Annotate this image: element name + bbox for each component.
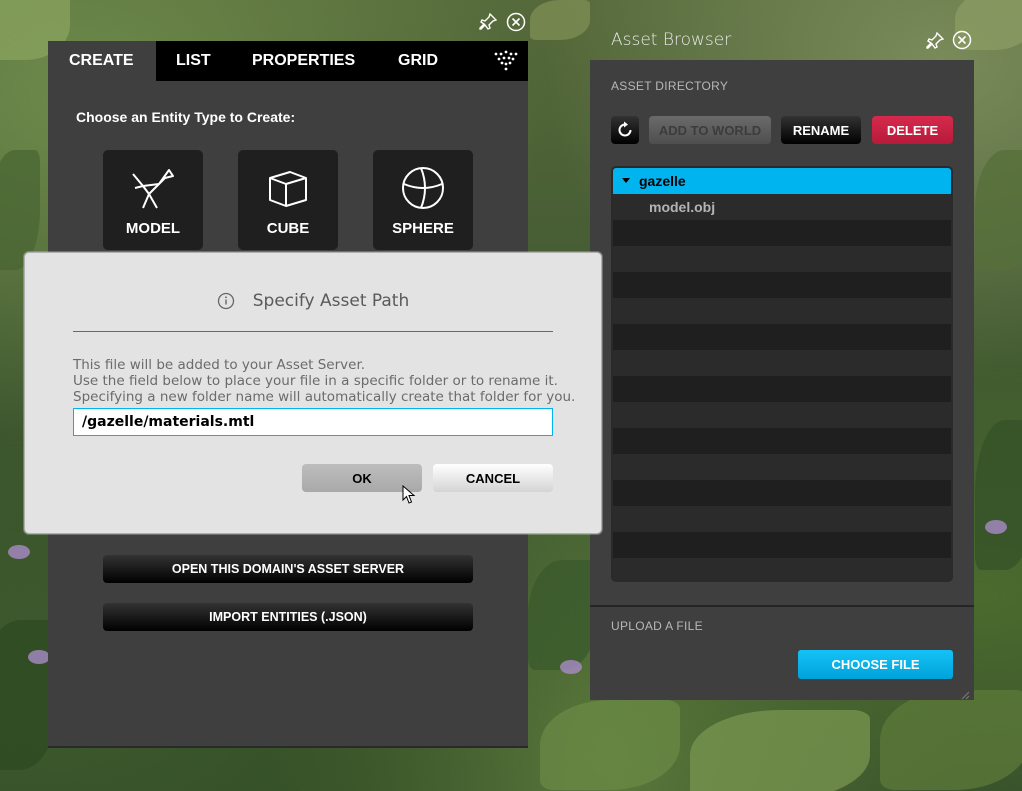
section-divider <box>590 605 974 607</box>
upload-file-label: UPLOAD A FILE <box>611 619 703 633</box>
specify-asset-path-dialog: Specify Asset Path This file will be add… <box>24 252 602 534</box>
tab-create[interactable]: CREATE <box>48 41 156 81</box>
create-cube-button[interactable]: CUBE <box>238 150 338 250</box>
pin-icon[interactable] <box>925 31 945 51</box>
sphere-label: SPHERE <box>392 220 454 237</box>
asset-directory-label: ASSET DIRECTORY <box>611 79 729 93</box>
info-icon <box>217 292 234 310</box>
model-label: MODEL <box>125 220 181 237</box>
sphere-icon <box>402 167 444 209</box>
tab-list[interactable]: LIST <box>156 41 232 81</box>
create-panel-titlebar <box>48 8 528 41</box>
bird-model-icon <box>132 169 174 209</box>
open-asset-server-button[interactable]: OPEN THIS DOMAIN'S ASSET SERVER <box>103 555 473 583</box>
choose-file-button[interactable]: CHOOSE FILE <box>798 650 953 679</box>
asset-browser-titlebar: Asset Browser <box>590 20 974 60</box>
dialog-title: Specify Asset Path <box>252 291 410 311</box>
close-icon[interactable] <box>506 12 526 32</box>
tab-particles[interactable] <box>473 41 528 81</box>
tab-grid[interactable]: GRID <box>378 41 473 81</box>
add-to-world-button[interactable]: ADD TO WORLD <box>649 116 771 144</box>
dialog-message-line: Specifying a new folder name will automa… <box>73 389 576 405</box>
cube-label: CUBE <box>266 220 310 237</box>
import-entities-button[interactable]: IMPORT ENTITIES (.JSON) <box>103 603 473 631</box>
caret-down-icon <box>622 178 630 183</box>
rename-button[interactable]: RENAME <box>781 116 861 144</box>
tree-file-item[interactable]: model.obj <box>613 194 951 220</box>
resize-handle-icon[interactable] <box>958 688 970 700</box>
dialog-divider <box>73 331 553 332</box>
asset-tree[interactable]: gazelle model.obj <box>611 166 953 582</box>
tab-properties[interactable]: PROPERTIES <box>232 41 378 81</box>
asset-path-input[interactable] <box>73 408 553 436</box>
dialog-message-line: Use the field below to place your file i… <box>73 373 558 389</box>
particles-icon <box>494 50 518 71</box>
create-model-button[interactable]: MODEL <box>103 150 203 250</box>
create-sphere-button[interactable]: SPHERE <box>373 150 473 250</box>
choose-entity-label: Choose an Entity Type to Create: <box>76 109 296 125</box>
close-icon[interactable] <box>952 30 972 50</box>
refresh-icon <box>618 121 632 137</box>
folder-name: gazelle <box>639 173 686 189</box>
pin-icon[interactable] <box>478 12 498 32</box>
asset-browser-panel: Asset Browser ASSET DIRECTORY ADD TO WOR… <box>590 20 974 700</box>
tree-folder-gazelle[interactable]: gazelle <box>613 168 951 194</box>
tab-bar: CREATE LIST PROPERTIES GRID <box>48 41 528 81</box>
dialog-header: Specify Asset Path <box>25 291 601 311</box>
asset-browser-title: Asset Browser <box>611 30 732 50</box>
refresh-button[interactable] <box>611 116 639 144</box>
dialog-message-line: This file will be added to your Asset Se… <box>73 357 366 373</box>
cancel-button[interactable]: CANCEL <box>433 464 553 492</box>
cube-icon <box>269 171 307 207</box>
delete-button[interactable]: DELETE <box>872 116 953 144</box>
asset-browser-body: ASSET DIRECTORY ADD TO WORLD RENAME DELE… <box>590 60 974 700</box>
mouse-cursor-icon <box>402 485 416 504</box>
